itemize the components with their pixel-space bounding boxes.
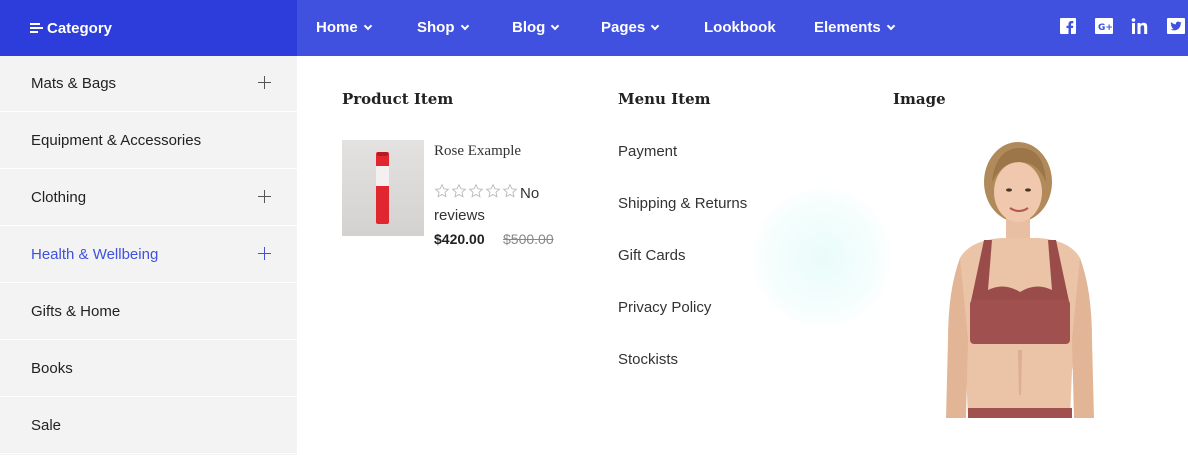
plus-icon[interactable] [258, 247, 271, 260]
menu-link-privacy-policy[interactable]: Privacy Policy [618, 299, 711, 316]
sidebar-item-label: Gifts & Home [31, 303, 121, 320]
sidebar-item-equipment-accessories[interactable]: Equipment & Accessories [0, 113, 297, 169]
plus-icon[interactable] [258, 76, 271, 89]
chevron-down-icon [650, 21, 660, 30]
sidebar-item-sale[interactable]: Sale [0, 398, 297, 454]
nav-blog-label: Blog [512, 19, 546, 36]
nav-elements[interactable]: Elements [814, 19, 895, 36]
menu-icon [30, 22, 43, 34]
nav-shop-label: Shop [417, 19, 455, 36]
nav-home-label: Home [316, 19, 358, 36]
nav-home[interactable]: Home [316, 19, 372, 36]
sidebar-item-label: Mats & Bags [31, 75, 117, 92]
menu-link-stockists[interactable]: Stockists [618, 351, 678, 368]
nav-lookbook[interactable]: Lookbook [704, 19, 776, 36]
nav-pages-label: Pages [601, 19, 646, 36]
chevron-down-icon [363, 21, 372, 30]
nav-lookbook-label: Lookbook [704, 19, 776, 36]
category-toggle[interactable]: Category [0, 0, 297, 56]
menu-link-shipping-returns[interactable]: Shipping & Returns [618, 195, 747, 212]
decorative-blob [752, 185, 892, 330]
reviews-text: No reviews [434, 185, 540, 224]
menu-column-title: Menu Item [618, 90, 711, 108]
sidebar-item-books[interactable]: Books [0, 341, 297, 397]
category-sidebar: Mats & Bags Equipment & Accessories Clot… [0, 56, 297, 455]
google-plus-icon[interactable]: G+ [1095, 18, 1113, 34]
svg-text:G+: G+ [1098, 23, 1113, 33]
sidebar-item-label: Health & Wellbeing [31, 246, 159, 263]
nav-shop[interactable]: Shop [417, 19, 469, 36]
product-old-price: $500.00 [503, 231, 554, 247]
image-column-title: Image [893, 90, 946, 108]
nav-blog[interactable]: Blog [512, 19, 560, 36]
linkedin-icon[interactable] [1131, 18, 1149, 34]
chevron-down-icon [460, 21, 469, 30]
sidebar-item-health-wellbeing[interactable]: Health & Wellbeing [0, 227, 297, 283]
chevron-down-icon [551, 21, 560, 30]
twitter-icon[interactable] [1167, 18, 1185, 34]
menu-link-gift-cards[interactable]: Gift Cards [618, 247, 686, 264]
sidebar-item-label: Clothing [31, 189, 87, 206]
sidebar-item-clothing[interactable]: Clothing [0, 170, 297, 226]
facebook-icon[interactable] [1060, 18, 1076, 34]
product-thumbnail[interactable] [342, 140, 424, 236]
nav-pages[interactable]: Pages [601, 19, 660, 36]
sidebar-item-label: Sale [31, 417, 62, 434]
sidebar-item-label: Equipment & Accessories [31, 132, 202, 149]
model-image[interactable] [940, 140, 1100, 418]
nav-elements-label: Elements [814, 19, 881, 36]
menu-link-payment[interactable]: Payment [618, 143, 677, 160]
category-label: Category [47, 19, 113, 37]
chevron-down-icon [886, 21, 895, 30]
yoga-mat-image [376, 152, 389, 224]
plus-icon[interactable] [258, 190, 271, 203]
product-column-title: Product Item [342, 90, 454, 108]
top-navigation-bar: Category Home Shop Blog Pages Lookbook E… [0, 0, 1188, 56]
product-price: $420.00 [434, 231, 485, 247]
sidebar-item-label: Books [31, 360, 73, 377]
sidebar-item-gifts-home[interactable]: Gifts & Home [0, 284, 297, 340]
sidebar-item-mats-bags[interactable]: Mats & Bags [0, 56, 297, 112]
product-name-link[interactable]: Rose Example [434, 143, 521, 160]
